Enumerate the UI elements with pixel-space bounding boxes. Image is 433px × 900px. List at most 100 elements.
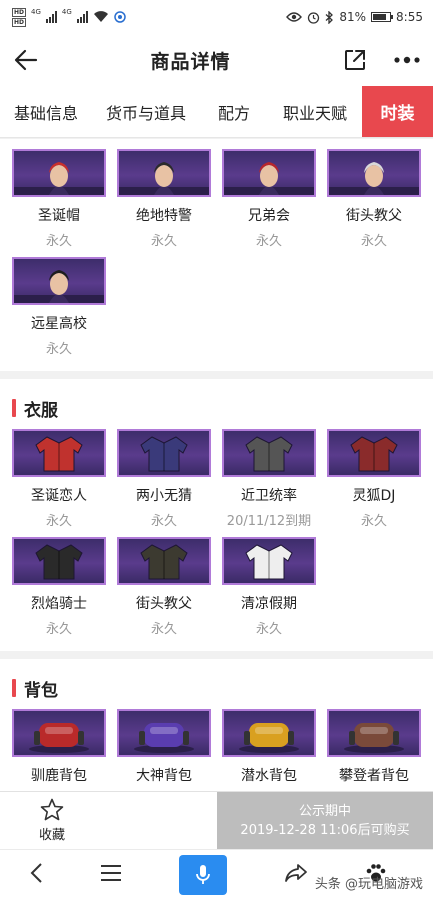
item-thumbnail [117, 149, 211, 197]
alarm-icon [308, 11, 320, 24]
section-marker [12, 399, 16, 417]
item-thumbnail [117, 429, 211, 477]
sim2-hd-badge: HD [12, 17, 27, 27]
buy-button[interactable]: 公示期中 2019-12-28 11:06后可购买 [217, 792, 433, 849]
item-thumbnail [117, 709, 211, 757]
battery-icon [371, 12, 394, 22]
voice-input-button[interactable] [178, 855, 227, 895]
share-button[interactable] [341, 46, 369, 74]
fashion-item[interactable]: 街头教父 永久 [117, 537, 222, 637]
app-page: HD HD 4G 4G 81% 8:55 商品详情 基础信息 货币与道具 配方 … [0, 0, 433, 900]
item-thumbnail [327, 709, 421, 757]
section-title-text: 衣服 [24, 400, 58, 421]
item-thumbnail [327, 429, 421, 477]
nav-share-button[interactable] [284, 863, 308, 887]
item-name: 清凉假期 [241, 596, 297, 612]
tab-basic-info[interactable]: 基础信息 [0, 86, 92, 137]
fashion-item[interactable]: 潜水背包 永久 [222, 709, 327, 791]
item-name: 灵狐DJ [352, 488, 396, 504]
nav-back-button[interactable] [29, 862, 43, 888]
fashion-item[interactable]: 远星高校 永久 [12, 257, 117, 357]
fashion-item[interactable]: 街头教父 永久 [327, 149, 432, 249]
item-name: 大神背包 [136, 768, 192, 784]
category-tabs: 基础信息 货币与道具 配方 职业天赋 时装 [0, 86, 433, 138]
climber-backpack-icon [344, 723, 404, 753]
purple-backpack-icon [134, 723, 194, 753]
item-duration: 永久 [360, 514, 387, 529]
app-notification-icon [114, 11, 126, 23]
santa-hat-head-icon [14, 162, 104, 195]
fashion-item[interactable]: 圣诞恋人 永久 [12, 429, 117, 529]
signal-icon [45, 11, 57, 23]
more-button[interactable] [393, 46, 421, 74]
item-duration: 永久 [150, 234, 177, 249]
fashion-item[interactable]: 驯鹿背包 永久 [12, 709, 117, 791]
item-thumbnail [12, 429, 106, 477]
nav-menu-button[interactable] [100, 864, 122, 886]
fashion-item[interactable]: 两小无猜 永久 [117, 429, 222, 529]
browser-nav-bar: 头条 @玩电脑游戏 [0, 849, 433, 900]
tab-fashion[interactable]: 时装 [362, 86, 433, 137]
status-left: HD HD 4G 4G [12, 7, 126, 27]
external-link-icon [344, 50, 365, 70]
tab-recipes[interactable]: 配方 [200, 86, 268, 137]
wifi-icon [93, 11, 108, 22]
tab-currency-items[interactable]: 货币与道具 [92, 86, 200, 137]
menu-icon [100, 865, 121, 881]
item-name: 街头教父 [136, 596, 192, 612]
microphone-icon [195, 865, 210, 884]
item-duration: 永久 [45, 514, 72, 529]
red-jacket-icon [35, 436, 83, 472]
fashion-item[interactable]: 清凉假期 永久 [222, 537, 327, 637]
eye-icon [286, 12, 303, 22]
content-scroll[interactable]: 圣诞帽 永久 绝地特警 永久 兄弟会 永久 街头教父 永久 远星高校 永久 衣服… [0, 139, 433, 791]
item-thumbnail [12, 149, 106, 197]
item-thumbnail [222, 149, 316, 197]
bottom-action-bar: 收藏 公示期中 2019-12-28 11:06后可购买 [0, 791, 433, 849]
suit-jacket-icon [140, 544, 188, 580]
item-name: 绝地特警 [136, 208, 192, 224]
section-title-clothes: 衣服 [0, 387, 433, 429]
item-name: 潜水背包 [241, 768, 297, 784]
section-title-backpacks: 背包 [0, 667, 433, 709]
purple-jacket-icon [140, 436, 188, 472]
item-name: 圣诞恋人 [31, 488, 87, 504]
police-cap-head-icon [119, 162, 209, 195]
battery-percent: 81% [339, 10, 367, 24]
fashion-item[interactable]: 烈焰骑士 永久 [12, 537, 117, 637]
forward-share-icon [284, 864, 307, 882]
status-right: 81% 8:55 [286, 10, 423, 24]
item-duration: 永久 [45, 234, 72, 249]
status-time: 8:55 [396, 10, 423, 24]
chevron-left-icon [30, 863, 42, 883]
item-name: 近卫统率 [241, 488, 297, 504]
fashion-item[interactable]: 攀登者背包 永久 [327, 709, 432, 791]
armor-vest-icon [245, 436, 293, 472]
status-bar: HD HD 4G 4G 81% 8:55 [0, 0, 433, 34]
fashion-item[interactable]: 灵狐DJ 永久 [327, 429, 432, 529]
item-duration: 永久 [150, 514, 177, 529]
fashion-item[interactable]: 绝地特警 永久 [117, 149, 222, 249]
item-thumbnail [12, 257, 106, 305]
fashion-item[interactable]: 兄弟会 永久 [222, 149, 327, 249]
item-name: 烈焰骑士 [31, 596, 87, 612]
fashion-item[interactable]: 近卫统率 20/11/12到期 [222, 429, 327, 529]
sim1-network-label: 4G [31, 7, 41, 16]
fox-jacket-icon [350, 436, 398, 472]
page-title: 商品详情 [150, 50, 231, 73]
back-button[interactable] [12, 46, 40, 74]
buy-status-text: 公示期中 [298, 803, 351, 819]
item-duration: 永久 [150, 622, 177, 637]
item-name: 远星高校 [31, 316, 87, 332]
tab-talents[interactable]: 职业天赋 [268, 86, 362, 137]
more-dots-icon [394, 56, 420, 64]
fashion-item[interactable]: 大神背包 永久 [117, 709, 222, 791]
buy-time-text: 2019-12-28 11:06后可购买 [240, 822, 410, 838]
item-duration: 永久 [45, 342, 72, 357]
red-mask-head-icon [224, 162, 314, 195]
favorite-button[interactable]: 收藏 [0, 792, 217, 849]
sim1-hd-badge: HD [12, 7, 27, 17]
fashion-item[interactable]: 圣诞帽 永久 [12, 149, 117, 249]
section-clothes: 衣服 圣诞恋人 永久 两小无猜 永久 近卫统率 20/11/12到期 灵狐DJ … [0, 379, 433, 651]
item-name: 圣诞帽 [38, 208, 80, 224]
